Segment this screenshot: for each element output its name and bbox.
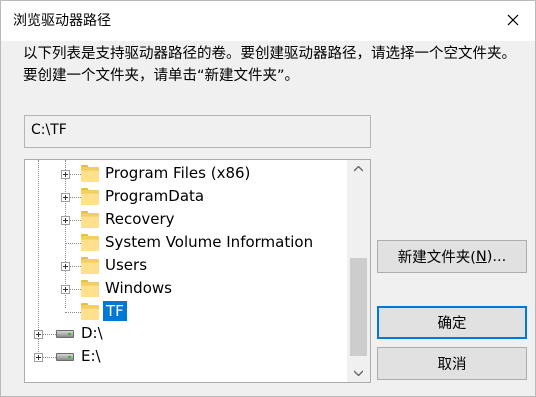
folder-icon bbox=[81, 257, 99, 274]
vertical-scrollbar[interactable] bbox=[347, 160, 370, 382]
drive-icon bbox=[56, 330, 74, 338]
folder-icon bbox=[81, 234, 99, 251]
close-icon bbox=[507, 14, 519, 26]
tree-item-label-selected[interactable]: TF bbox=[103, 301, 127, 321]
expand-toggle[interactable] bbox=[34, 330, 43, 339]
new-folder-label-pre: 新建文件夹( bbox=[397, 250, 476, 266]
chevron-up-icon bbox=[354, 166, 363, 172]
tree-item-label[interactable]: E:\ bbox=[81, 347, 101, 365]
expand-toggle[interactable] bbox=[61, 193, 70, 202]
close-button[interactable] bbox=[499, 7, 527, 33]
expand-toggle[interactable] bbox=[61, 262, 70, 271]
expand-toggle[interactable] bbox=[61, 285, 70, 294]
tree-item-label[interactable]: D:\ bbox=[81, 324, 103, 342]
folder-icon bbox=[81, 211, 99, 228]
chevron-down-icon bbox=[354, 370, 363, 376]
expand-toggle[interactable] bbox=[34, 353, 43, 362]
tree-item-label[interactable]: Users bbox=[105, 256, 147, 274]
ok-button-label: 确定 bbox=[437, 316, 467, 332]
browse-drive-path-dialog: 浏览驱动器路径 以下列表是支持驱动器路径的卷。要创建驱动器路径，请选择一个空文件… bbox=[0, 0, 536, 397]
scroll-down-button[interactable] bbox=[347, 364, 370, 382]
ok-button[interactable]: 确定 bbox=[377, 306, 527, 339]
tree-item-label[interactable]: ProgramData bbox=[105, 187, 204, 205]
new-folder-label-post: )... bbox=[486, 248, 507, 265]
drive-icon bbox=[56, 353, 74, 361]
title-bar[interactable]: 浏览驱动器路径 bbox=[1, 1, 535, 41]
cancel-button-label: 取消 bbox=[437, 357, 467, 373]
folder-icon bbox=[81, 165, 99, 182]
new-folder-button[interactable]: 新建文件夹(N)... bbox=[377, 240, 527, 273]
tree-item-label[interactable]: Windows bbox=[105, 279, 172, 297]
expand-toggle[interactable] bbox=[61, 216, 70, 225]
tree-item-label[interactable]: Recovery bbox=[105, 210, 175, 228]
folder-icon bbox=[81, 303, 99, 320]
new-folder-accel-key: N bbox=[475, 248, 487, 265]
path-field: C:\TF bbox=[24, 115, 371, 148]
scrollbar-thumb[interactable] bbox=[350, 258, 367, 356]
dialog-title: 浏览驱动器路径 bbox=[13, 13, 111, 29]
tree-item-label[interactable]: Program Files (x86) bbox=[105, 164, 250, 182]
tree-content: Program Files (x86) ProgramData Recovery… bbox=[25, 160, 347, 382]
folder-icon bbox=[81, 188, 99, 205]
tree-item-label[interactable]: System Volume Information bbox=[105, 233, 313, 251]
expand-toggle[interactable] bbox=[61, 170, 70, 179]
folder-tree[interactable]: Program Files (x86) ProgramData Recovery… bbox=[24, 159, 371, 383]
instructions-text: 以下列表是支持驱动器路径的卷。要创建驱动器路径，请选择一个空文件夹。要创建一个文… bbox=[23, 46, 516, 84]
scroll-up-button[interactable] bbox=[347, 160, 370, 178]
folder-icon bbox=[81, 280, 99, 297]
cancel-button[interactable]: 取消 bbox=[377, 347, 527, 380]
